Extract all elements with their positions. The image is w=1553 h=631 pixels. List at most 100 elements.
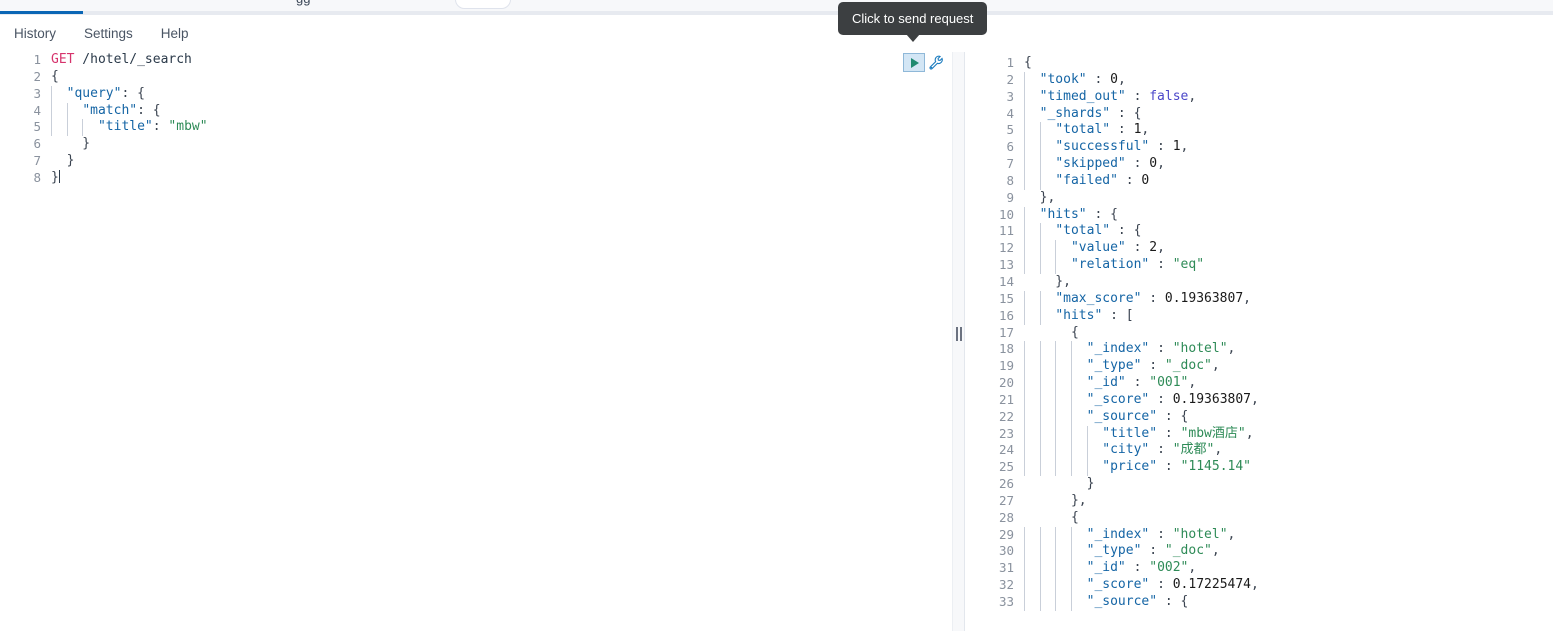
code-line[interactable]: }, <box>1018 274 1553 291</box>
indent-guide <box>1024 290 1025 308</box>
code-line[interactable]: "query": { <box>45 85 952 103</box>
code-token: : { <box>1110 105 1142 121</box>
code-line[interactable]: } <box>45 153 952 170</box>
code-line[interactable]: }, <box>1018 190 1553 207</box>
code-line[interactable]: "total" : { <box>1018 223 1553 241</box>
code-token: } <box>1024 476 1095 492</box>
code-line[interactable]: { <box>45 69 952 86</box>
code-line[interactable]: "_id" : "002", <box>1018 560 1553 578</box>
code-line[interactable]: "title": "mbw" <box>45 119 952 137</box>
response-gutter[interactable]: 1▾234▾56789▴10▾11▾121314▴1516▾17▾1819202… <box>965 52 1026 631</box>
code-line[interactable]: "_id" : "001", <box>1018 375 1553 392</box>
indent-guide <box>1039 156 1041 173</box>
code-line[interactable]: GET /hotel/_search <box>45 52 952 69</box>
code-token: : <box>1149 257 1173 273</box>
code-line[interactable]: "total" : 1, <box>1018 122 1553 140</box>
code-line[interactable]: "hits" : [ <box>1018 307 1553 325</box>
code-line[interactable]: "_score" : 0.19363807, <box>1018 391 1553 409</box>
code-line[interactable]: "_shards" : { <box>1018 105 1553 123</box>
indent-guide <box>1024 391 1025 409</box>
code-line[interactable]: "max_score" : 0.19363807, <box>1018 290 1553 308</box>
line-number: 9▴ <box>965 190 1026 207</box>
code-line[interactable]: "_index" : "hotel", <box>1018 526 1553 544</box>
code-line[interactable]: } <box>45 136 952 153</box>
send-request-button[interactable] <box>903 53 925 72</box>
menu-help[interactable]: Help <box>161 27 189 41</box>
indent-guide <box>1024 206 1025 224</box>
code-token: : <box>1125 156 1150 172</box>
indent-guide <box>1055 442 1057 460</box>
code-line[interactable]: { <box>1018 55 1553 72</box>
code-line[interactable]: "timed_out" : false, <box>1018 88 1553 106</box>
indent-guide <box>1039 341 1041 359</box>
code-line[interactable]: "_index" : "hotel", <box>1018 341 1553 359</box>
indent-guide <box>1024 358 1025 376</box>
code-line[interactable]: "_score" : 0.17225474, <box>1018 577 1553 594</box>
code-token: : <box>1125 88 1150 104</box>
code-line[interactable]: "relation" : "eq" <box>1018 257 1553 274</box>
code-token: , <box>1157 156 1165 172</box>
indent-guide <box>1055 543 1057 561</box>
indent-guide <box>1024 425 1025 443</box>
request-editor[interactable]: 12▾3▾4▾56▴7▴8▴ GET /hotel/_search{ "quer… <box>0 52 952 631</box>
code-line[interactable]: "skipped" : 0, <box>1018 156 1553 173</box>
code-line[interactable]: { <box>1018 510 1553 527</box>
code-line[interactable]: }, <box>1018 493 1553 510</box>
menu-settings[interactable]: Settings <box>84 27 133 41</box>
code-line[interactable]: "successful" : 1, <box>1018 139 1553 157</box>
code-line[interactable]: "failed" : 0 <box>1018 172 1553 190</box>
panel-splitter[interactable] <box>952 52 965 631</box>
line-number: 2▾ <box>0 69 53 86</box>
indent-guide <box>1024 375 1025 392</box>
indent-guide <box>1024 156 1025 173</box>
code-line[interactable]: } <box>1018 476 1553 493</box>
code-line[interactable]: "price" : "1145.14" <box>1018 459 1553 477</box>
code-line[interactable]: "title" : "mbw酒店", <box>1018 425 1553 443</box>
code-token: : <box>1141 543 1165 559</box>
code-token: { <box>1024 509 1079 525</box>
code-line[interactable]: { <box>1018 325 1553 342</box>
indent-guide <box>66 119 68 137</box>
code-token: "price" <box>1102 459 1158 475</box>
code-token: }, <box>1024 189 1056 205</box>
menu-history[interactable]: History <box>14 27 56 41</box>
code-token: "_shards" <box>1039 105 1111 121</box>
code-token: "hotel" <box>1172 526 1228 542</box>
code-token: , <box>1227 341 1236 357</box>
code-line[interactable]: "_source" : { <box>1018 594 1553 611</box>
code-token: : <box>1125 375 1150 391</box>
indent-guide <box>1055 560 1057 578</box>
request-code-area[interactable]: GET /hotel/_search{ "query": { "match": … <box>45 52 952 631</box>
indent-guide <box>1024 577 1025 594</box>
console-menubar: History Settings Help <box>0 15 1553 52</box>
window-chrome-strip: gg <box>0 0 1553 11</box>
code-token: "query" <box>66 85 122 101</box>
indent-guide <box>1024 526 1025 544</box>
wrench-icon[interactable] <box>929 55 944 70</box>
chrome-pill-button[interactable] <box>455 0 511 9</box>
indent-guide <box>1055 577 1057 594</box>
code-line[interactable]: "value" : 2, <box>1018 240 1553 258</box>
code-line[interactable]: } <box>45 169 952 187</box>
code-line[interactable]: "_type" : "_doc", <box>1018 543 1553 561</box>
code-line[interactable]: "match": { <box>45 102 952 120</box>
response-editor[interactable]: 1▾234▾56789▴10▾11▾121314▴1516▾17▾1819202… <box>965 52 1553 631</box>
code-line[interactable]: "hits" : { <box>1018 206 1553 224</box>
code-line[interactable]: "took" : 0, <box>1018 71 1553 89</box>
code-line[interactable]: "city" : "成都", <box>1018 442 1553 460</box>
code-token: "002" <box>1149 560 1189 576</box>
indent-guide <box>1055 594 1057 611</box>
code-line[interactable]: "_type" : "_doc", <box>1018 358 1553 376</box>
code-token: 1 <box>1172 139 1181 155</box>
request-gutter[interactable]: 1 2▾3▾4▾56▴7▴8▴ <box>0 52 53 631</box>
line-number: 12 <box>998 240 1014 256</box>
indent-guide <box>1039 543 1041 561</box>
response-code-area[interactable]: { "took" : 0, "timed_out" : false, "_sha… <box>1018 52 1553 631</box>
indent-guide <box>1024 88 1025 106</box>
code-token: "1145.14" <box>1180 459 1252 475</box>
indent-guide <box>1070 442 1072 460</box>
code-token: "hotel" <box>1172 341 1228 357</box>
code-line[interactable]: "_source" : { <box>1018 408 1553 426</box>
